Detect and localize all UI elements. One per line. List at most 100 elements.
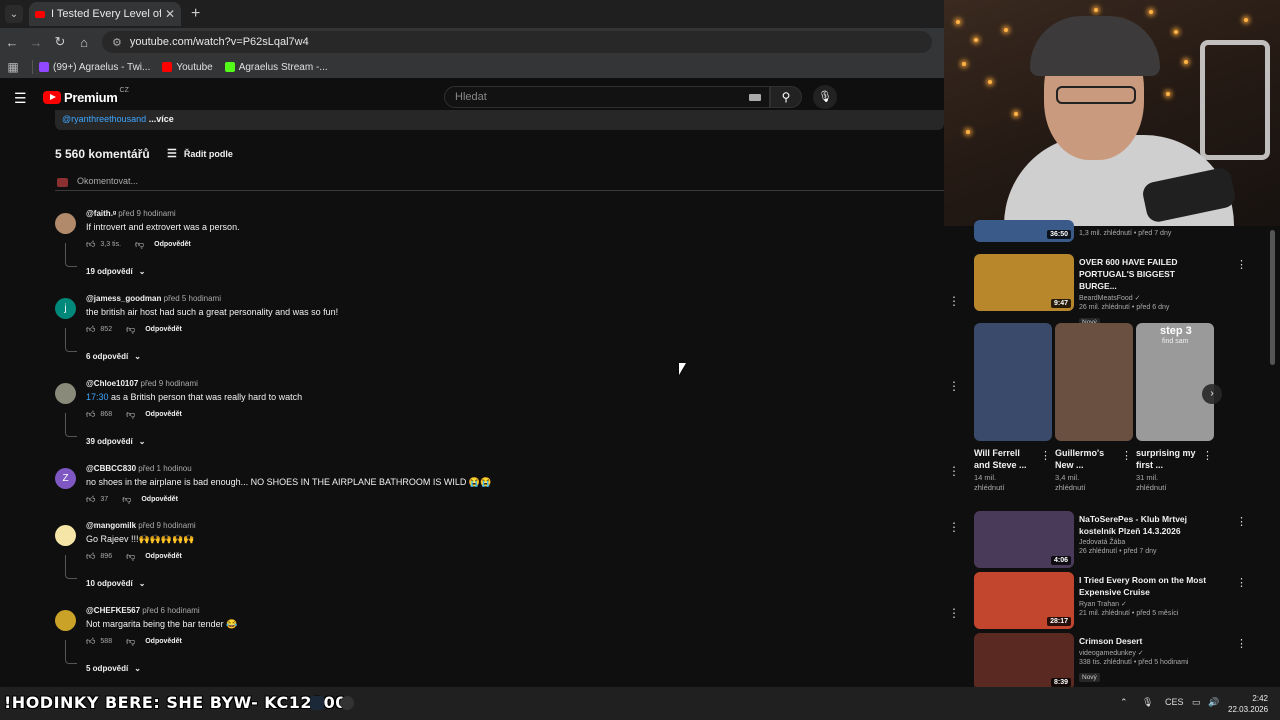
video-title[interactable]: NaToSerePes - Klub Mrtvej kostelník Plze… [1079, 513, 1209, 537]
apps-grid-icon[interactable]: ▦ [0, 60, 26, 74]
thumbs-down-icon[interactable]: 👎︎ [135, 239, 144, 250]
more-vert-icon[interactable]: ⋮ [1121, 449, 1132, 462]
youtube-premium-logo[interactable]: Premium CZ [43, 87, 129, 105]
search-button[interactable]: ⚲ [770, 86, 802, 108]
tray-chevron-icon[interactable]: ⌃ [1120, 697, 1128, 708]
description-box[interactable]: @ryanthreethousand ...více [55, 110, 944, 130]
more-vert-icon[interactable]: ⋮ [1236, 258, 1247, 271]
tab-close-icon[interactable]: ✕ [165, 7, 175, 21]
video-title[interactable]: OVER 600 HAVE FAILED PORTUGAL'S BIGGEST … [1079, 256, 1209, 292]
search-input[interactable]: Hledat [444, 86, 770, 108]
view-replies-button[interactable]: 10 odpovědí ⌄ [86, 579, 145, 588]
comment-avatar[interactable] [55, 213, 76, 234]
comment-author[interactable]: @CHEFKE567 [86, 606, 140, 615]
video-title[interactable]: I Tried Every Room on the Most Expensive… [1079, 574, 1209, 598]
short-item[interactable]: Guillermo's New ... 3,4 mil. zhlédnutí ⋮ [1055, 323, 1133, 499]
comment-timestamp-link[interactable]: 17:30 [86, 392, 109, 402]
more-vert-icon[interactable]: ⋮ [948, 520, 960, 534]
comment-avatar[interactable]: Z [55, 468, 76, 489]
bookmark-twitch[interactable]: (99+) Agraelus - Twi... [39, 62, 150, 73]
menu-hamburger-icon[interactable]: ☰ [14, 90, 27, 107]
sort-comments-button[interactable]: ☰ Řadit podle [167, 147, 233, 160]
sidebar-video[interactable]: 28:17 I Tried Every Room on the Most Exp… [974, 572, 1274, 632]
network-icon[interactable]: ▭ [1192, 697, 1201, 708]
more-vert-icon[interactable]: ⋮ [948, 379, 960, 393]
reply-button[interactable]: Odpovědět [141, 496, 178, 503]
view-replies-button[interactable]: 5 odpovědí ⌄ [86, 664, 141, 673]
reload-icon[interactable]: ↻ [48, 34, 72, 50]
sidebar-scrollbar[interactable] [1270, 230, 1275, 365]
comment-author[interactable]: @Chloe10107 [86, 379, 138, 388]
description-handle-link[interactable]: @ryanthreethousand [62, 114, 146, 124]
thumbs-down-icon[interactable]: 👎︎ [126, 551, 135, 562]
taskbar-clock[interactable]: 2:42 22.03.2026 [1228, 693, 1268, 715]
thumbs-down-icon[interactable]: 👎︎ [126, 409, 135, 420]
browser-tab-active[interactable]: I Tested Every Level of Airplane ✕ [29, 2, 181, 26]
sidebar-video[interactable]: 9:47 OVER 600 HAVE FAILED PORTUGAL'S BIG… [974, 254, 1274, 327]
more-vert-icon[interactable]: ⋮ [1236, 515, 1247, 528]
video-channel[interactable]: videogamedunkey ✓ [1079, 649, 1209, 657]
more-vert-icon[interactable]: ⋮ [948, 606, 960, 620]
video-channel[interactable]: Jedovatá Žába [1079, 539, 1209, 546]
comment-author[interactable]: @mangomilk [86, 521, 136, 530]
thumbs-up-icon[interactable]: 👍︎ [86, 409, 95, 420]
sidebar-video[interactable]: 8:39 Crimson Desert videogamedunkey ✓ 33… [974, 633, 1274, 693]
video-channel[interactable]: Ryan Trahan ✓ [1079, 600, 1209, 608]
language-indicator[interactable]: CES [1165, 697, 1184, 707]
app-icon[interactable] [340, 696, 354, 710]
sidebar-video[interactable]: 4:06 NaToSerePes - Klub Mrtvej kostelník… [974, 511, 1274, 571]
comment-avatar[interactable] [55, 525, 76, 546]
tray-mic-icon[interactable]: 🎙 [1142, 697, 1153, 708]
webcam-person-glasses [1056, 86, 1136, 104]
tab-list-chevron-icon[interactable]: ⌄ [5, 5, 23, 23]
site-settings-icon[interactable]: ⚙ [112, 36, 122, 49]
add-comment-input[interactable]: Okomentovat... [55, 176, 944, 191]
sidebar-video-partial[interactable]: 36:50 1,3 mil. zhlédnutí • před 7 dny [974, 220, 1274, 244]
thumbs-up-icon[interactable]: 👍︎ [86, 239, 95, 250]
comment-avatar[interactable]: j [55, 298, 76, 319]
reply-button[interactable]: Odpovědět [145, 326, 182, 333]
steam-icon[interactable] [310, 696, 324, 710]
thumbs-down-icon[interactable]: 👎︎ [126, 636, 135, 647]
home-icon[interactable]: ⌂ [72, 35, 96, 50]
thumbs-up-icon[interactable]: 👍︎ [86, 494, 95, 505]
view-replies-button[interactable]: 39 odpovědí ⌄ [86, 437, 145, 446]
voice-search-mic-icon[interactable]: 🎙 [813, 85, 837, 109]
more-vert-icon[interactable]: ⋮ [948, 464, 960, 478]
address-bar[interactable]: ⚙ youtube.com/watch?v=P62sLqal7w4 [102, 31, 932, 53]
more-vert-icon[interactable]: ⋮ [1236, 576, 1247, 589]
video-channel[interactable]: BeardMeatsFood ✓ [1079, 294, 1209, 302]
video-title[interactable]: Crimson Desert [1079, 635, 1209, 647]
bookmark-youtube[interactable]: Youtube [162, 62, 213, 73]
back-arrow-icon[interactable]: ← [0, 35, 24, 50]
description-more-link[interactable]: ...více [149, 114, 174, 124]
view-replies-button[interactable]: 19 odpovědí ⌄ [86, 267, 145, 276]
reply-button[interactable]: Odpovědět [145, 411, 182, 418]
volume-icon[interactable]: 🔊 [1208, 697, 1219, 708]
thumbs-up-icon[interactable]: 👍︎ [86, 324, 95, 335]
more-vert-icon[interactable]: ⋮ [1040, 449, 1051, 462]
short-item[interactable]: Will Ferrell and Steve ... 14 mil. zhléd… [974, 323, 1052, 499]
comment-author[interactable]: @jamess_goodman [86, 294, 161, 303]
forward-arrow-icon[interactable]: → [24, 35, 48, 50]
more-vert-icon[interactable]: ⋮ [1236, 637, 1247, 650]
thumbs-up-icon[interactable]: 👍︎ [86, 636, 95, 647]
comment-avatar[interactable] [55, 610, 76, 631]
comment-avatar[interactable] [55, 383, 76, 404]
comment-author[interactable]: @faith.ᵍ [86, 209, 116, 218]
comment-author[interactable]: @CBBCC830 [86, 464, 136, 473]
bookmark-kick[interactable]: Agraelus Stream -... [224, 62, 328, 73]
more-vert-icon[interactable]: ⋮ [1202, 449, 1213, 462]
short-item[interactable]: step 3 find sam surprising my first ... … [1136, 323, 1214, 499]
new-tab-plus-icon[interactable]: + [191, 5, 200, 23]
reply-button[interactable]: Odpovědět [145, 638, 182, 645]
more-vert-icon[interactable]: ⋮ [948, 294, 960, 308]
reply-button[interactable]: Odpovědět [145, 553, 182, 560]
view-replies-button[interactable]: 6 odpovědí ⌄ [86, 352, 141, 361]
reply-button[interactable]: Odpovědět [154, 241, 191, 248]
keyboard-icon[interactable] [749, 94, 761, 101]
thumbs-down-icon[interactable]: 👎︎ [126, 324, 135, 335]
shorts-next-arrow-icon[interactable]: › [1202, 384, 1222, 404]
thumbs-down-icon[interactable]: 👎︎ [122, 494, 131, 505]
thumbs-up-icon[interactable]: 👍︎ [86, 551, 95, 562]
